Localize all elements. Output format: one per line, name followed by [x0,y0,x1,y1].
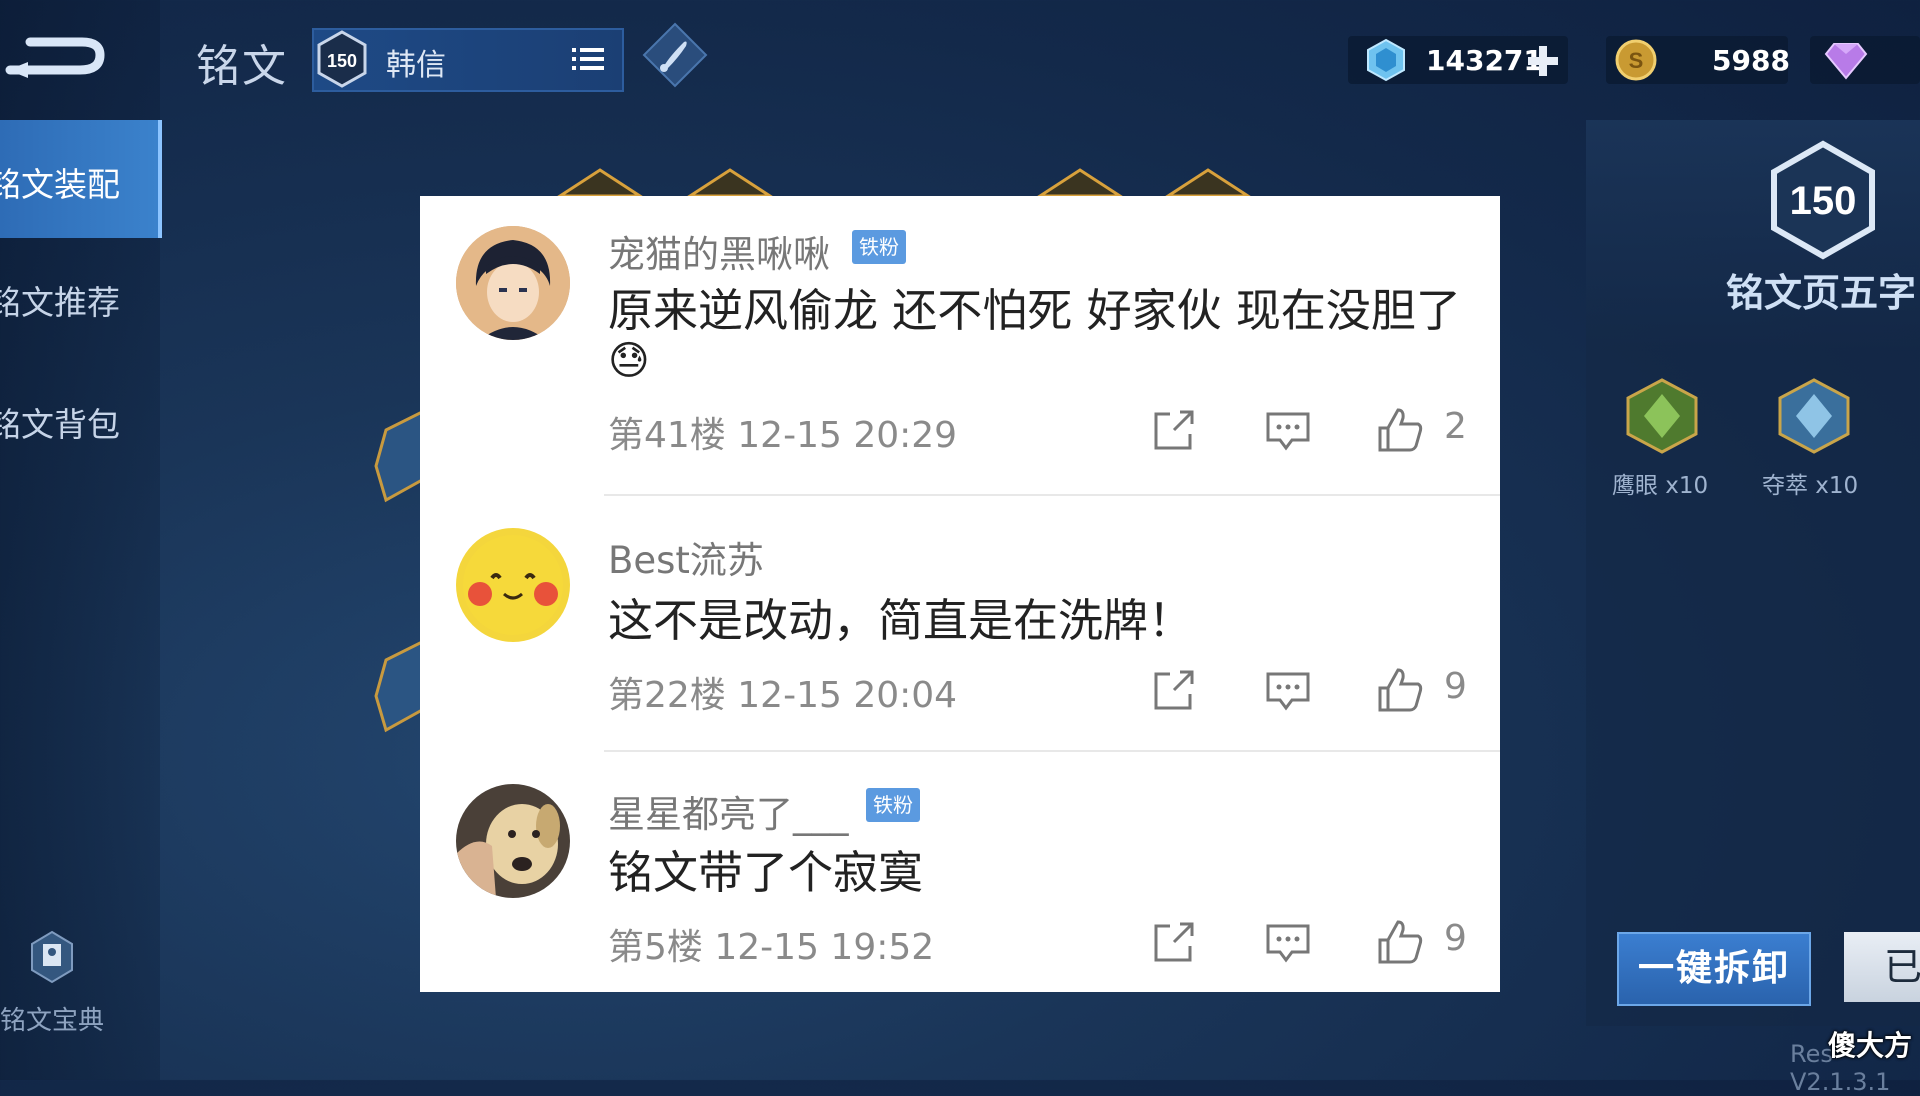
rune-page-name: 铭文页五字 [1726,271,1917,315]
sidebar-item-label: 铭文装配 [0,165,120,204]
avatar[interactable] [456,226,570,340]
rune-codex-label: 铭文宝典 [0,1006,105,1036]
plunder-rune-icon [1774,376,1854,456]
share-icon[interactable] [1150,666,1198,714]
sidebar-item-rune-recommend[interactable]: 铭文推荐 [0,238,158,356]
username[interactable]: 星星都亮了___ [608,784,849,838]
page-title: 铭文 [196,41,288,92]
hero-name: 韩信 [386,48,446,83]
coin-count: 5988 [1712,44,1790,77]
list-icon[interactable] [572,46,604,72]
reply-icon[interactable] [1264,406,1312,454]
share-icon[interactable] [1150,918,1198,966]
unequip-all-button[interactable]: 一键拆卸 [1617,932,1811,1006]
svg-text:S: S [1629,48,1644,73]
sidebar-item-label: 铭文背包 [0,405,120,444]
back-button[interactable] [0,20,110,90]
username[interactable]: 宠猫的黑啾啾 [608,224,830,278]
comment-time: 12-15 20:04 [737,675,958,716]
like-icon[interactable] [1376,918,1424,966]
reply-icon[interactable] [1264,918,1312,966]
share-icon[interactable] [1150,406,1198,454]
svg-text:150: 150 [1790,179,1857,223]
comment-meta: 第22楼 12-15 20:04 [608,666,957,718]
rune-level-badge: 150 [1768,140,1878,260]
fan-badge: 铁粉 [866,788,920,822]
comment-text: 铭文带了个寂寞 [608,846,924,899]
hawkeye-rune-icon [1622,376,1702,456]
brush-icon[interactable] [640,20,710,90]
floor-number: 第41楼 [608,415,726,456]
like-icon[interactable] [1376,666,1424,714]
fan-badge: 铁粉 [852,230,906,264]
sidebar-item-label: 铭文推荐 [0,283,120,322]
comment-text: 这不是改动，简直是在洗牌！ [608,594,1194,647]
gem-icon [1366,38,1406,82]
comment-card: 宠猫的黑啾啾 铁粉 原来逆风偷龙 还不怕死 好家伙 现在没胆了 😓 第41楼 1… [420,196,1500,992]
hero-level-badge: 150 [316,30,368,88]
comment-time: 12-15 19:52 [714,927,935,968]
equipped-button[interactable]: 已 [1844,932,1920,1002]
comment-meta: 第5楼 12-15 19:52 [608,918,934,970]
username[interactable]: Best流苏 [608,530,764,584]
sidebar-item-rune-bag[interactable]: 铭文背包 [0,360,158,478]
comment-emoji: 😓 [608,338,650,384]
avatar[interactable] [456,528,570,642]
coin-icon: S [1614,38,1658,82]
like-icon[interactable] [1376,406,1424,454]
comment-item: 宠猫的黑啾啾 铁粉 原来逆风偷龙 还不怕死 好家伙 现在没胆了 😓 第41楼 1… [420,196,1500,496]
avatar[interactable] [456,784,570,898]
comment-item: Best流苏 这不是改动，简直是在洗牌！ 第22楼 12-15 20:04 9 [420,496,1500,752]
back-arrow-icon [5,37,105,78]
rune-slot-side [374,409,424,733]
floor-number: 第22楼 [608,675,726,716]
diamond-icon [1824,40,1868,80]
floor-number: 第5楼 [608,927,703,968]
reply-icon[interactable] [1264,666,1312,714]
like-count: 9 [1444,666,1467,707]
comment-text: 原来逆风偷龙 还不怕死 好家伙 现在没胆了 [608,284,1461,337]
like-count: 9 [1444,918,1467,959]
comment-meta: 第41楼 12-15 20:29 [608,406,957,458]
svg-text:150: 150 [327,51,357,71]
sidebar-item-rune-equip[interactable]: 铭文装配 [0,120,162,238]
like-count: 2 [1444,406,1467,447]
rune-slot-1 [554,168,1254,198]
rune-codex-icon[interactable] [30,930,74,984]
plunder-rune-label: 夺萃 x10 [1762,473,1859,499]
watermark: 傻大方 [1828,1029,1913,1062]
add-gems-icon[interactable] [1526,44,1560,78]
comment-time: 12-15 20:29 [737,415,958,456]
hawkeye-rune-label: 鹰眼 x10 [1612,473,1709,499]
comment-item: 星星都亮了___ 铁粉 铭文带了个寂寞 第5楼 12-15 19:52 9 [420,752,1500,992]
